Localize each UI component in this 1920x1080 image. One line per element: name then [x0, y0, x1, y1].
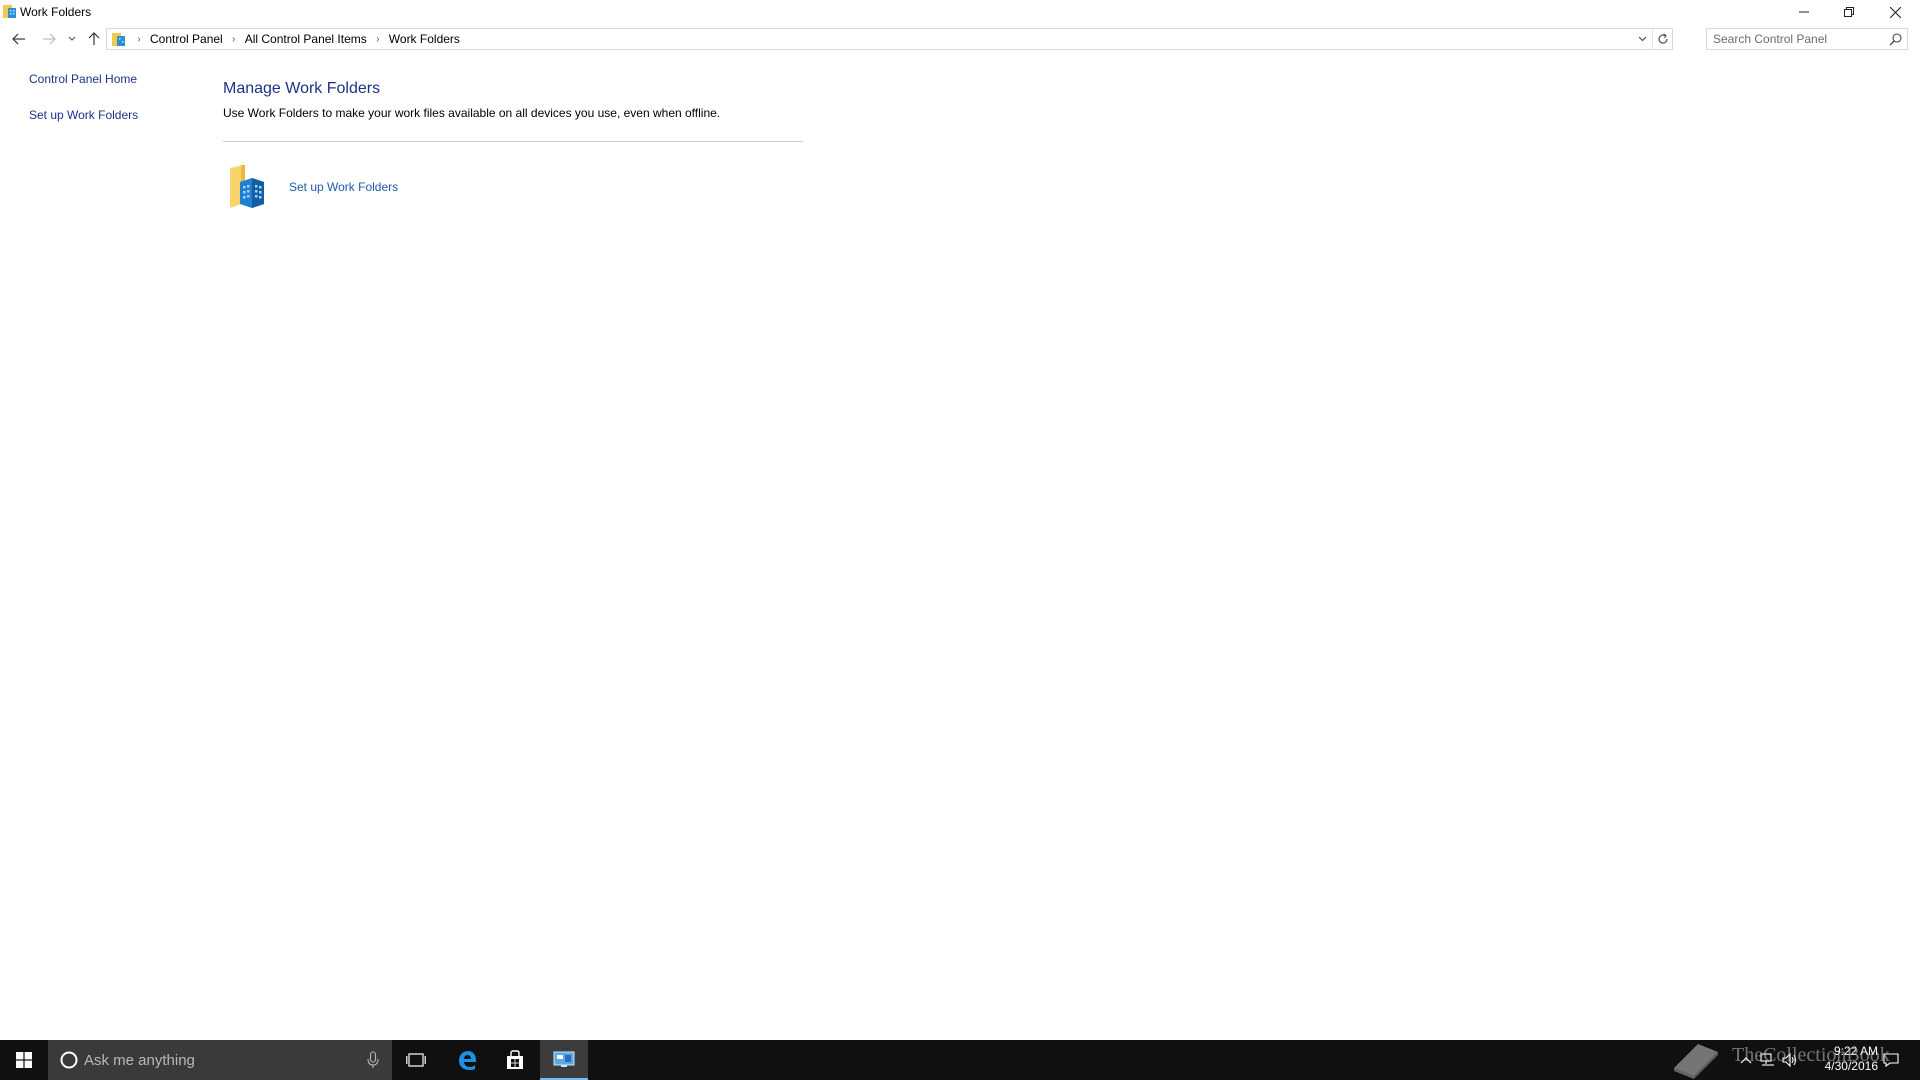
- minimize-icon: [1799, 11, 1809, 13]
- control-panel-icon: [553, 1051, 575, 1067]
- close-icon: [1889, 6, 1901, 18]
- network-icon: [1760, 1053, 1774, 1066]
- edge-button[interactable]: [443, 1040, 491, 1080]
- forward-button[interactable]: [38, 28, 60, 50]
- search-input[interactable]: [1713, 31, 1883, 47]
- chevron-right-icon[interactable]: ›: [130, 34, 148, 45]
- chevron-down-icon: [68, 36, 76, 41]
- close-button[interactable]: [1872, 0, 1918, 24]
- arrow-up-icon: [88, 32, 100, 45]
- store-button[interactable]: [491, 1040, 539, 1080]
- breadcrumb-all-items[interactable]: All Control Panel Items: [243, 32, 369, 46]
- search-icon[interactable]: [1889, 32, 1903, 46]
- divider: [223, 141, 803, 142]
- address-bar[interactable]: › Control Panel › All Control Panel Item…: [106, 28, 1673, 50]
- set-up-work-folders-sidebar-link[interactable]: Set up Work Folders: [29, 108, 138, 122]
- recent-locations-button[interactable]: [64, 28, 80, 50]
- refresh-button[interactable]: [1652, 29, 1672, 49]
- volume-icon: [1782, 1053, 1797, 1067]
- action-center-icon[interactable]: [1883, 1052, 1899, 1068]
- chevron-right-icon[interactable]: ›: [225, 34, 243, 45]
- control-panel-home-link[interactable]: Control Panel Home: [29, 72, 137, 86]
- windows-logo-icon: [16, 1052, 32, 1068]
- title-bar: Work Folders: [0, 0, 1920, 24]
- navigation-bar: › Control Panel › All Control Panel Item…: [0, 26, 1920, 52]
- network-button[interactable]: [1760, 1052, 1776, 1068]
- breadcrumb-control-panel[interactable]: Control Panel: [148, 32, 225, 46]
- start-button[interactable]: [0, 1040, 48, 1080]
- arrow-right-icon: [43, 33, 56, 45]
- cortana-search-box[interactable]: Ask me anything: [48, 1040, 392, 1080]
- back-button[interactable]: [8, 28, 30, 50]
- address-history-button[interactable]: [1634, 29, 1650, 49]
- restore-button[interactable]: [1826, 0, 1872, 24]
- minimize-button[interactable]: [1781, 0, 1827, 24]
- clock-time: 9:22 AM: [1833, 1044, 1878, 1058]
- task-view-icon: [406, 1053, 426, 1067]
- breadcrumb: › Control Panel › All Control Panel Item…: [130, 29, 462, 49]
- clock-date: 4/30/2016: [1824, 1059, 1878, 1073]
- edge-icon: [459, 1051, 476, 1070]
- task-view-button[interactable]: [392, 1040, 440, 1080]
- control-panel-icon: [112, 33, 125, 46]
- up-button[interactable]: [83, 28, 105, 50]
- volume-button[interactable]: [1782, 1052, 1798, 1068]
- cortana-placeholder: Ask me anything: [84, 1052, 195, 1069]
- page-description: Use Work Folders to make your work files…: [223, 106, 721, 120]
- page-title: Manage Work Folders: [223, 80, 381, 97]
- store-icon: [507, 1050, 523, 1069]
- search-box[interactable]: [1706, 28, 1908, 50]
- system-tray: [1660, 1040, 1920, 1080]
- control-panel-taskbar-button[interactable]: [540, 1040, 588, 1080]
- cortana-icon: [60, 1051, 78, 1069]
- work-folders-icon[interactable]: [227, 164, 267, 210]
- refresh-icon: [1658, 33, 1668, 44]
- chevron-right-icon[interactable]: ›: [369, 34, 387, 45]
- show-hidden-icons-button[interactable]: [1738, 1052, 1754, 1068]
- arrow-left-icon: [12, 33, 25, 45]
- breadcrumb-work-folders[interactable]: Work Folders: [387, 32, 462, 46]
- chevron-up-icon: [1740, 1057, 1752, 1064]
- restore-icon: [1844, 7, 1854, 17]
- chevron-down-icon: [1638, 36, 1646, 42]
- set-up-work-folders-link[interactable]: Set up Work Folders: [289, 180, 398, 194]
- work-folders-app-icon: [3, 5, 16, 18]
- setup-task: Set up Work Folders: [227, 164, 527, 212]
- taskbar: Ask me anything 9:22 AM 4/30/2016: [0, 1040, 1920, 1080]
- clock[interactable]: 9:22 AM 4/30/2016: [1798, 1044, 1878, 1074]
- window-title: Work Folders: [20, 5, 92, 19]
- microphone-icon[interactable]: [366, 1051, 380, 1069]
